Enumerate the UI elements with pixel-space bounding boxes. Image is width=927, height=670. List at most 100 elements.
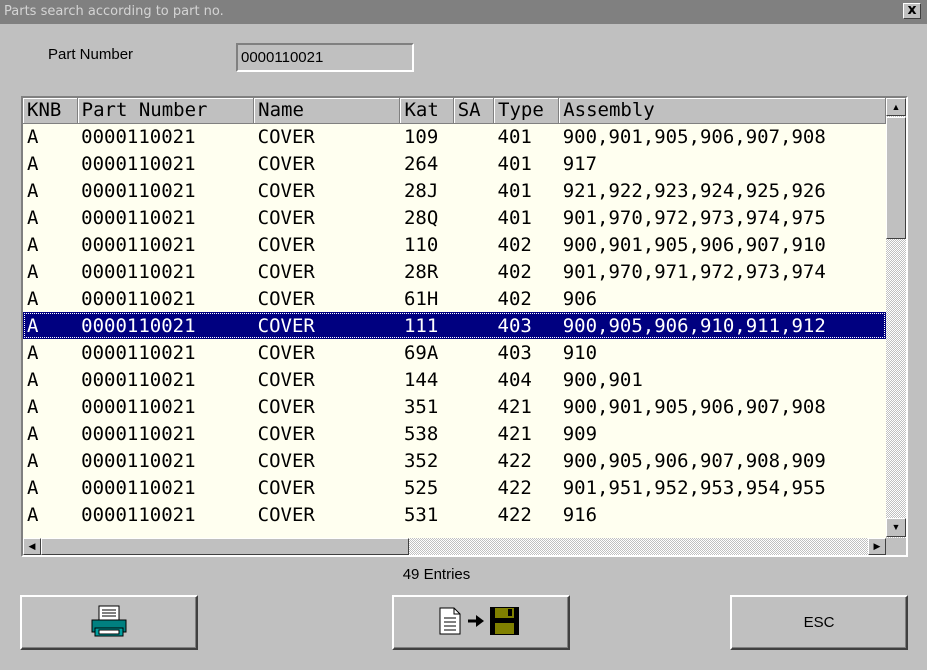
cell-assembly: 910 (562, 341, 598, 364)
cell-kat: 111 (399, 312, 454, 339)
cell-name: COVER (257, 476, 315, 499)
column-header-kat[interactable]: Kat (399, 98, 454, 124)
scroll-down-button[interactable]: ▼ (886, 518, 906, 537)
horizontal-scrollbar[interactable]: ◀ ▶ (23, 538, 886, 555)
column-header-knb[interactable]: KNB (23, 98, 78, 124)
cell-part-number: 0000110021 (81, 503, 196, 526)
column-header-part-number[interactable]: Part Number (77, 98, 255, 124)
cell-part-number: 0000110021 (81, 422, 196, 445)
table-row[interactable]: A 0000110021 COVER 111 403 900,905,906,910,91… (23, 312, 886, 339)
window-title: Parts search according to part no. (4, 4, 224, 19)
cell-kat: 28R (403, 260, 439, 283)
cell-knb: A (27, 395, 39, 418)
parts-table: KNB Part Number Name Kat SA Type Assembly A 000… (23, 98, 886, 528)
arrow-up-icon: ▲ (891, 102, 901, 112)
table-row[interactable]: A 0000110021 COVER 538 421 909 (23, 420, 886, 447)
scroll-left-button[interactable]: ◀ (23, 538, 41, 555)
table-row[interactable]: A 0000110021 COVER 525 422 901,951,952,953,95… (23, 474, 886, 501)
cell-knb: A (27, 341, 39, 364)
column-header-name[interactable]: Name (253, 98, 401, 124)
cell-part-number: 0000110021 (81, 287, 196, 310)
cell-type: 402 (497, 260, 532, 283)
table-header-row: KNB Part Number Name Kat SA Type Assembly (23, 98, 886, 124)
vertical-scroll-thumb[interactable] (886, 117, 906, 239)
table-row[interactable]: A 0000110021 COVER 110 402 900,901,905,906,90… (23, 231, 886, 258)
table-row[interactable]: A 0000110021 COVER 144 404 900,901 (23, 366, 886, 393)
cell-sa (453, 474, 493, 501)
cell-name: COVER (257, 503, 315, 526)
cell-knb: A (27, 287, 39, 310)
cell-kat: 352 (403, 449, 439, 472)
cell-name: COVER (257, 422, 315, 445)
scroll-right-button[interactable]: ▶ (868, 538, 886, 555)
cell-part-number: 0000110021 (81, 206, 196, 229)
cell-knb: A (27, 206, 39, 229)
cell-kat: 69A (403, 341, 439, 364)
cell-assembly: 900,901,905,906,907,908 (562, 125, 826, 148)
cell-assembly: 921,922,923,924,925,926 (562, 179, 826, 202)
cell-type: 421 (497, 422, 532, 445)
close-button[interactable]: x (903, 3, 921, 19)
export-to-disk-button[interactable] (392, 595, 570, 650)
arrow-right-icon: ▶ (873, 541, 881, 551)
part-number-input[interactable] (236, 43, 414, 72)
esc-button[interactable]: ESC (730, 595, 908, 650)
cell-name: COVER (253, 312, 400, 339)
table-row[interactable]: A 0000110021 COVER 28J 401 921,922,923,924,92… (23, 177, 886, 204)
cell-knb: A (27, 449, 39, 472)
cell-assembly: 901,970,971,972,973,974 (562, 260, 826, 283)
cell-part-number: 0000110021 (81, 125, 196, 148)
cell-sa (453, 366, 493, 393)
cell-kat: 109 (403, 125, 439, 148)
cell-assembly: 901,970,972,973,974,975 (562, 206, 826, 229)
cell-knb: A (27, 260, 39, 283)
cell-assembly: 917 (562, 152, 598, 175)
column-header-sa[interactable]: SA (453, 98, 495, 124)
vertical-scrollbar[interactable]: ▲ ▼ (886, 98, 906, 538)
cell-kat: 28J (403, 179, 439, 202)
cell-assembly: 900,901,905,906,907,910 (562, 233, 826, 256)
cell-name: COVER (257, 449, 315, 472)
table-row[interactable]: A 0000110021 COVER 531 422 916 (23, 501, 886, 528)
cell-part-number: 0000110021 (81, 449, 196, 472)
cell-kat: 351 (403, 395, 439, 418)
cell-sa (453, 312, 494, 339)
cell-part-number: 0000110021 (81, 260, 196, 283)
cell-knb: A (27, 152, 39, 175)
cell-kat: 525 (403, 476, 439, 499)
cell-assembly: 900,901,905,906,907,908 (562, 395, 826, 418)
cell-type: 404 (497, 368, 532, 391)
cell-knb: A (27, 422, 39, 445)
cell-knb: A (27, 179, 39, 202)
cell-name: COVER (257, 395, 315, 418)
table-row[interactable]: A 0000110021 COVER 69A 403 910 (23, 339, 886, 366)
cell-knb: A (27, 503, 39, 526)
cell-sa (453, 258, 493, 285)
cell-type: 403 (493, 312, 559, 339)
cell-sa (453, 501, 493, 528)
table-row[interactable]: A 0000110021 COVER 264 401 917 (23, 150, 886, 177)
cell-kat: 61H (403, 287, 439, 310)
print-button[interactable] (20, 595, 198, 650)
cell-assembly: 909 (562, 422, 598, 445)
horizontal-scroll-thumb[interactable] (41, 538, 409, 555)
cell-type: 403 (497, 341, 532, 364)
table-row[interactable]: A 0000110021 COVER 28R 402 901,970,971,972,97… (23, 258, 886, 285)
cell-type: 401 (497, 206, 532, 229)
column-header-assembly[interactable]: Assembly (558, 98, 886, 124)
cell-part-number: 0000110021 (81, 152, 196, 175)
table-row[interactable]: A 0000110021 COVER 61H 402 906 (23, 285, 886, 312)
column-header-type[interactable]: Type (493, 98, 560, 124)
scroll-up-button[interactable]: ▲ (886, 98, 906, 116)
cell-part-number: 0000110021 (77, 312, 254, 339)
parts-grid[interactable]: KNB Part Number Name Kat SA Type Assembly A 000… (21, 96, 908, 557)
esc-button-label: ESC (803, 614, 835, 631)
table-row[interactable]: A 0000110021 COVER 109 401 900,901,905,906,90… (23, 123, 886, 150)
table-row[interactable]: A 0000110021 COVER 351 421 900,901,905,906,90… (23, 393, 886, 420)
table-row[interactable]: A 0000110021 COVER 352 422 900,905,906,907,90… (23, 447, 886, 474)
cell-sa (453, 123, 493, 150)
cell-sa (453, 231, 493, 258)
cell-kat: 264 (403, 152, 439, 175)
cell-kat: 110 (403, 233, 439, 256)
table-row[interactable]: A 0000110021 COVER 28Q 401 901,970,972,973,97… (23, 204, 886, 231)
